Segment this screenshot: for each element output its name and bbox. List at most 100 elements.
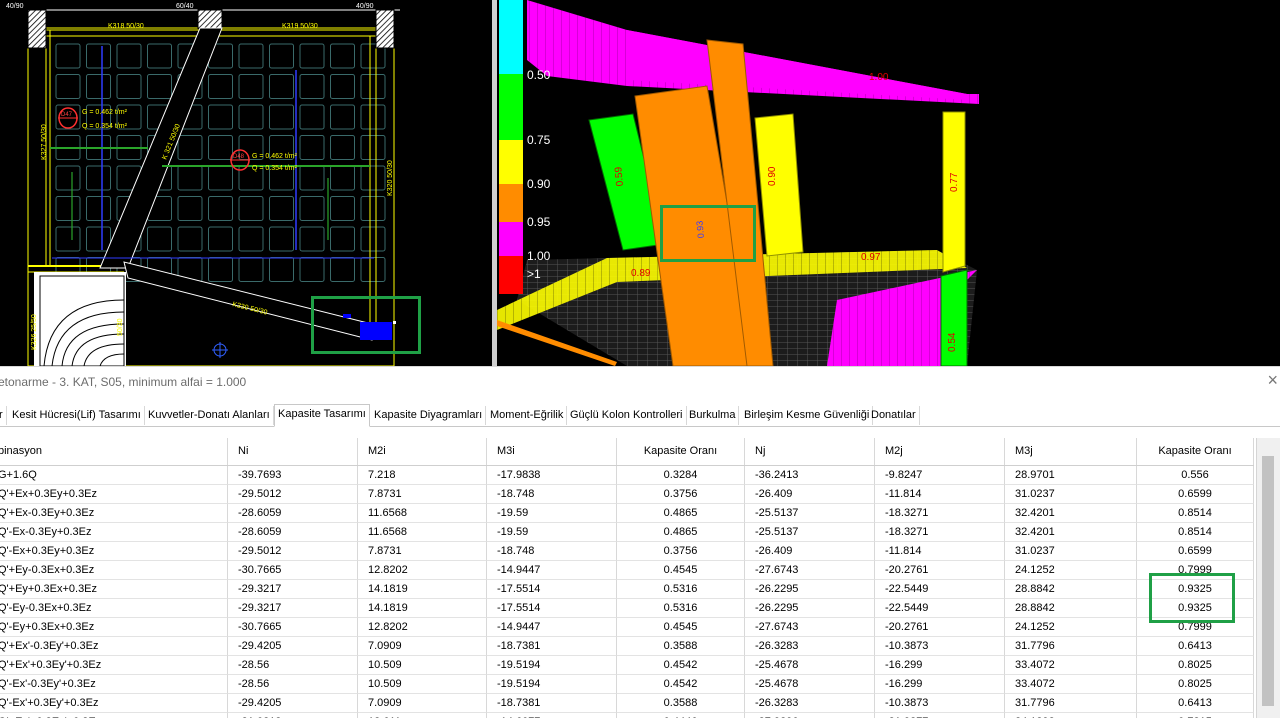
cell-ni[interactable]: -30.7665 [228, 618, 358, 637]
cell-ratio-j[interactable]: 0.7999 [1137, 618, 1254, 637]
cell-m2j[interactable]: -11.814 [875, 542, 1005, 561]
cell-m2j[interactable]: -16.299 [875, 675, 1005, 694]
cell-m3i[interactable]: -18.748 [487, 485, 617, 504]
cell-ratio-j[interactable]: 0.8025 [1137, 656, 1254, 675]
table-row[interactable]: G+1.6Q -39.7693 7.218 -17.9838 0.3284 -36.241… [0, 466, 1254, 485]
table-row[interactable]: Q'+Ex+0.3Ey+0.3Ez -29.5012 7.8731 -18.748 0.… [0, 485, 1254, 504]
cell-nj[interactable]: -26.3283 [745, 637, 875, 656]
cell-m2i[interactable]: 7.8731 [358, 485, 487, 504]
cell-ratio-i[interactable]: 0.4545 [617, 618, 745, 637]
cell-nj[interactable]: -26.409 [745, 485, 875, 504]
cell-ratio-i[interactable]: 0.3588 [617, 637, 745, 656]
cell-ni[interactable]: -31.0218 [228, 713, 358, 718]
cell-ratio-j[interactable]: 0.9325 [1137, 580, 1254, 599]
cell-m2i[interactable]: 10.509 [358, 656, 487, 675]
cell-m3j[interactable]: 28.8842 [1005, 580, 1137, 599]
col-header-nj[interactable]: Nj [745, 438, 875, 465]
cell-ratio-i[interactable]: 0.4865 [617, 504, 745, 523]
cell-m3i[interactable]: -14.9447 [487, 618, 617, 637]
cell-ratio-i[interactable]: 0.3756 [617, 542, 745, 561]
tab-rebars[interactable]: Donatılar [868, 406, 920, 425]
cell-m2j[interactable]: -18.3271 [875, 504, 1005, 523]
cell-nj[interactable]: -27.6743 [745, 561, 875, 580]
cell-nj[interactable]: -25.4678 [745, 656, 875, 675]
table-row[interactable]: Q'-Ey-0.3Ex+0.3Ez -29.3217 14.1819 -17.5514… [0, 599, 1254, 618]
cell-ni[interactable]: -29.4205 [228, 637, 358, 656]
cell-ni[interactable]: -30.7665 [228, 561, 358, 580]
cell-ratio-i[interactable]: 0.4542 [617, 656, 745, 675]
cell-ratio-j[interactable]: 0.7999 [1137, 561, 1254, 580]
cell-m3i[interactable]: -14.9447 [487, 561, 617, 580]
cell-m3j[interactable]: 24.1252 [1005, 618, 1137, 637]
col-header-ni[interactable]: Ni [228, 438, 358, 465]
cell-ratio-i[interactable]: 0.3284 [617, 466, 745, 485]
cell-m2i[interactable]: 7.8731 [358, 542, 487, 561]
cell-m3j[interactable]: 31.0237 [1005, 485, 1137, 504]
cell-m2j[interactable]: -10.3873 [875, 637, 1005, 656]
cell-ratio-j[interactable]: 0.8025 [1137, 675, 1254, 694]
cell-m3j[interactable]: 31.0237 [1005, 542, 1137, 561]
cell-ratio-i[interactable]: 0.3756 [617, 485, 745, 504]
tab-forces-rebar[interactable]: Kuvvetler-Donatı Alanları [145, 406, 274, 425]
cell-m3j[interactable]: 33.4072 [1005, 675, 1137, 694]
capacity-table[interactable]: binasyon Ni M2i M3i Kapasite Oranı Nj M2… [0, 438, 1256, 718]
cell-m3j[interactable]: 32.4201 [1005, 504, 1137, 523]
cell-nj[interactable]: -26.3283 [745, 694, 875, 713]
cell-m2j[interactable]: -18.3271 [875, 523, 1005, 542]
cell-ratio-j[interactable]: 0.8514 [1137, 504, 1254, 523]
table-row[interactable]: Q'-Ex-0.3Ey+0.3Ez -28.6059 11.6568 -19.59 0.… [0, 523, 1254, 542]
cell-m2i[interactable]: 11.6568 [358, 523, 487, 542]
cell-m3j[interactable]: 32.4201 [1005, 523, 1137, 542]
cell-ratio-i[interactable]: 0.5316 [617, 580, 745, 599]
cell-ni[interactable]: -28.56 [228, 656, 358, 675]
cell-combination[interactable]: G+1.6Q [0, 466, 228, 485]
cell-combination[interactable]: Q'+Ey'+0.3Ex'+0.3Ez [0, 713, 228, 718]
cell-ratio-j[interactable]: 0.6599 [1137, 542, 1254, 561]
cell-combination[interactable]: Q'+Ey+0.3Ex+0.3Ez [0, 580, 228, 599]
cell-m2j[interactable]: -20.2761 [875, 561, 1005, 580]
tab-joint-shear[interactable]: Birleşim Kesme Güvenliği [741, 406, 874, 425]
cell-m2j[interactable]: -16.299 [875, 656, 1005, 675]
cell-ratio-i[interactable]: 0.5316 [617, 599, 745, 618]
cell-ni[interactable]: -29.3217 [228, 599, 358, 618]
table-row[interactable]: Q'-Ex'-0.3Ey'+0.3Ez -28.56 10.509 -19.5194 0… [0, 675, 1254, 694]
cell-ratio-j[interactable]: 0.6413 [1137, 694, 1254, 713]
plan-view[interactable]: 40/90 60/40 40/90 K318 50/30 K319 50/30 … [0, 0, 492, 366]
tab-capacity-diagrams[interactable]: Kapasite Diyagramları [371, 406, 487, 425]
cell-nj[interactable]: -26.2295 [745, 580, 875, 599]
structure-3d-view[interactable]: 0.50 0.75 0.90 0.95 1.00 >1 1.00 0.59 0.… [497, 0, 1280, 366]
cell-m3i[interactable]: -18.748 [487, 542, 617, 561]
table-row[interactable]: Q'-Ex'+0.3Ey'+0.3Ez -29.4205 7.0909 -18.738… [0, 694, 1254, 713]
table-row[interactable]: Q'+Ex-0.3Ey+0.3Ez -28.6059 11.6568 -19.59 0.… [0, 504, 1254, 523]
cell-m3i[interactable]: -19.5194 [487, 675, 617, 694]
cell-ni[interactable]: -39.7693 [228, 466, 358, 485]
cell-ni[interactable]: -28.6059 [228, 523, 358, 542]
cell-ratio-j[interactable]: 0.9325 [1137, 599, 1254, 618]
cell-m2i[interactable]: 13.611 [358, 713, 487, 718]
tab-moment-curvature[interactable]: Moment-Eğrilik [487, 406, 568, 425]
cell-combination[interactable]: Q'-Ex'+0.3Ey'+0.3Ez [0, 694, 228, 713]
cell-m2i[interactable]: 7.0909 [358, 694, 487, 713]
cell-m2j[interactable]: -10.3873 [875, 694, 1005, 713]
cell-m3i[interactable]: -19.59 [487, 523, 617, 542]
cell-nj[interactable]: -27.6743 [745, 618, 875, 637]
cell-m2i[interactable]: 12.8202 [358, 561, 487, 580]
cell-combination[interactable]: Q'+Ex-0.3Ey+0.3Ez [0, 504, 228, 523]
cell-combination[interactable]: Q'-Ex+0.3Ey+0.3Ez [0, 542, 228, 561]
col-header-m2i[interactable]: M2i [358, 438, 487, 465]
col-header-combination[interactable]: binasyon [0, 438, 228, 465]
cell-m3j[interactable]: 31.7796 [1005, 637, 1137, 656]
table-row[interactable]: Q'+Ex'-0.3Ey'+0.3Ez -29.4205 7.0909 -18.738… [0, 637, 1254, 656]
cell-ratio-j[interactable]: 0.6599 [1137, 485, 1254, 504]
cell-m3i[interactable]: -18.7381 [487, 637, 617, 656]
col-header-m2j[interactable]: M2j [875, 438, 1005, 465]
cell-ratio-i[interactable]: 0.4446 [617, 713, 745, 718]
cell-m2i[interactable]: 12.8202 [358, 618, 487, 637]
cell-m2j[interactable]: -22.5449 [875, 580, 1005, 599]
cell-m3i[interactable]: -17.5514 [487, 599, 617, 618]
cell-m3j[interactable]: 33.4072 [1005, 656, 1137, 675]
tab-capacity-design[interactable]: Kapasite Tasarımı [274, 404, 370, 427]
col-header-ratio-i[interactable]: Kapasite Oranı [617, 438, 745, 465]
cell-m2j[interactable]: -11.814 [875, 485, 1005, 504]
cell-m2i[interactable]: 7.218 [358, 466, 487, 485]
